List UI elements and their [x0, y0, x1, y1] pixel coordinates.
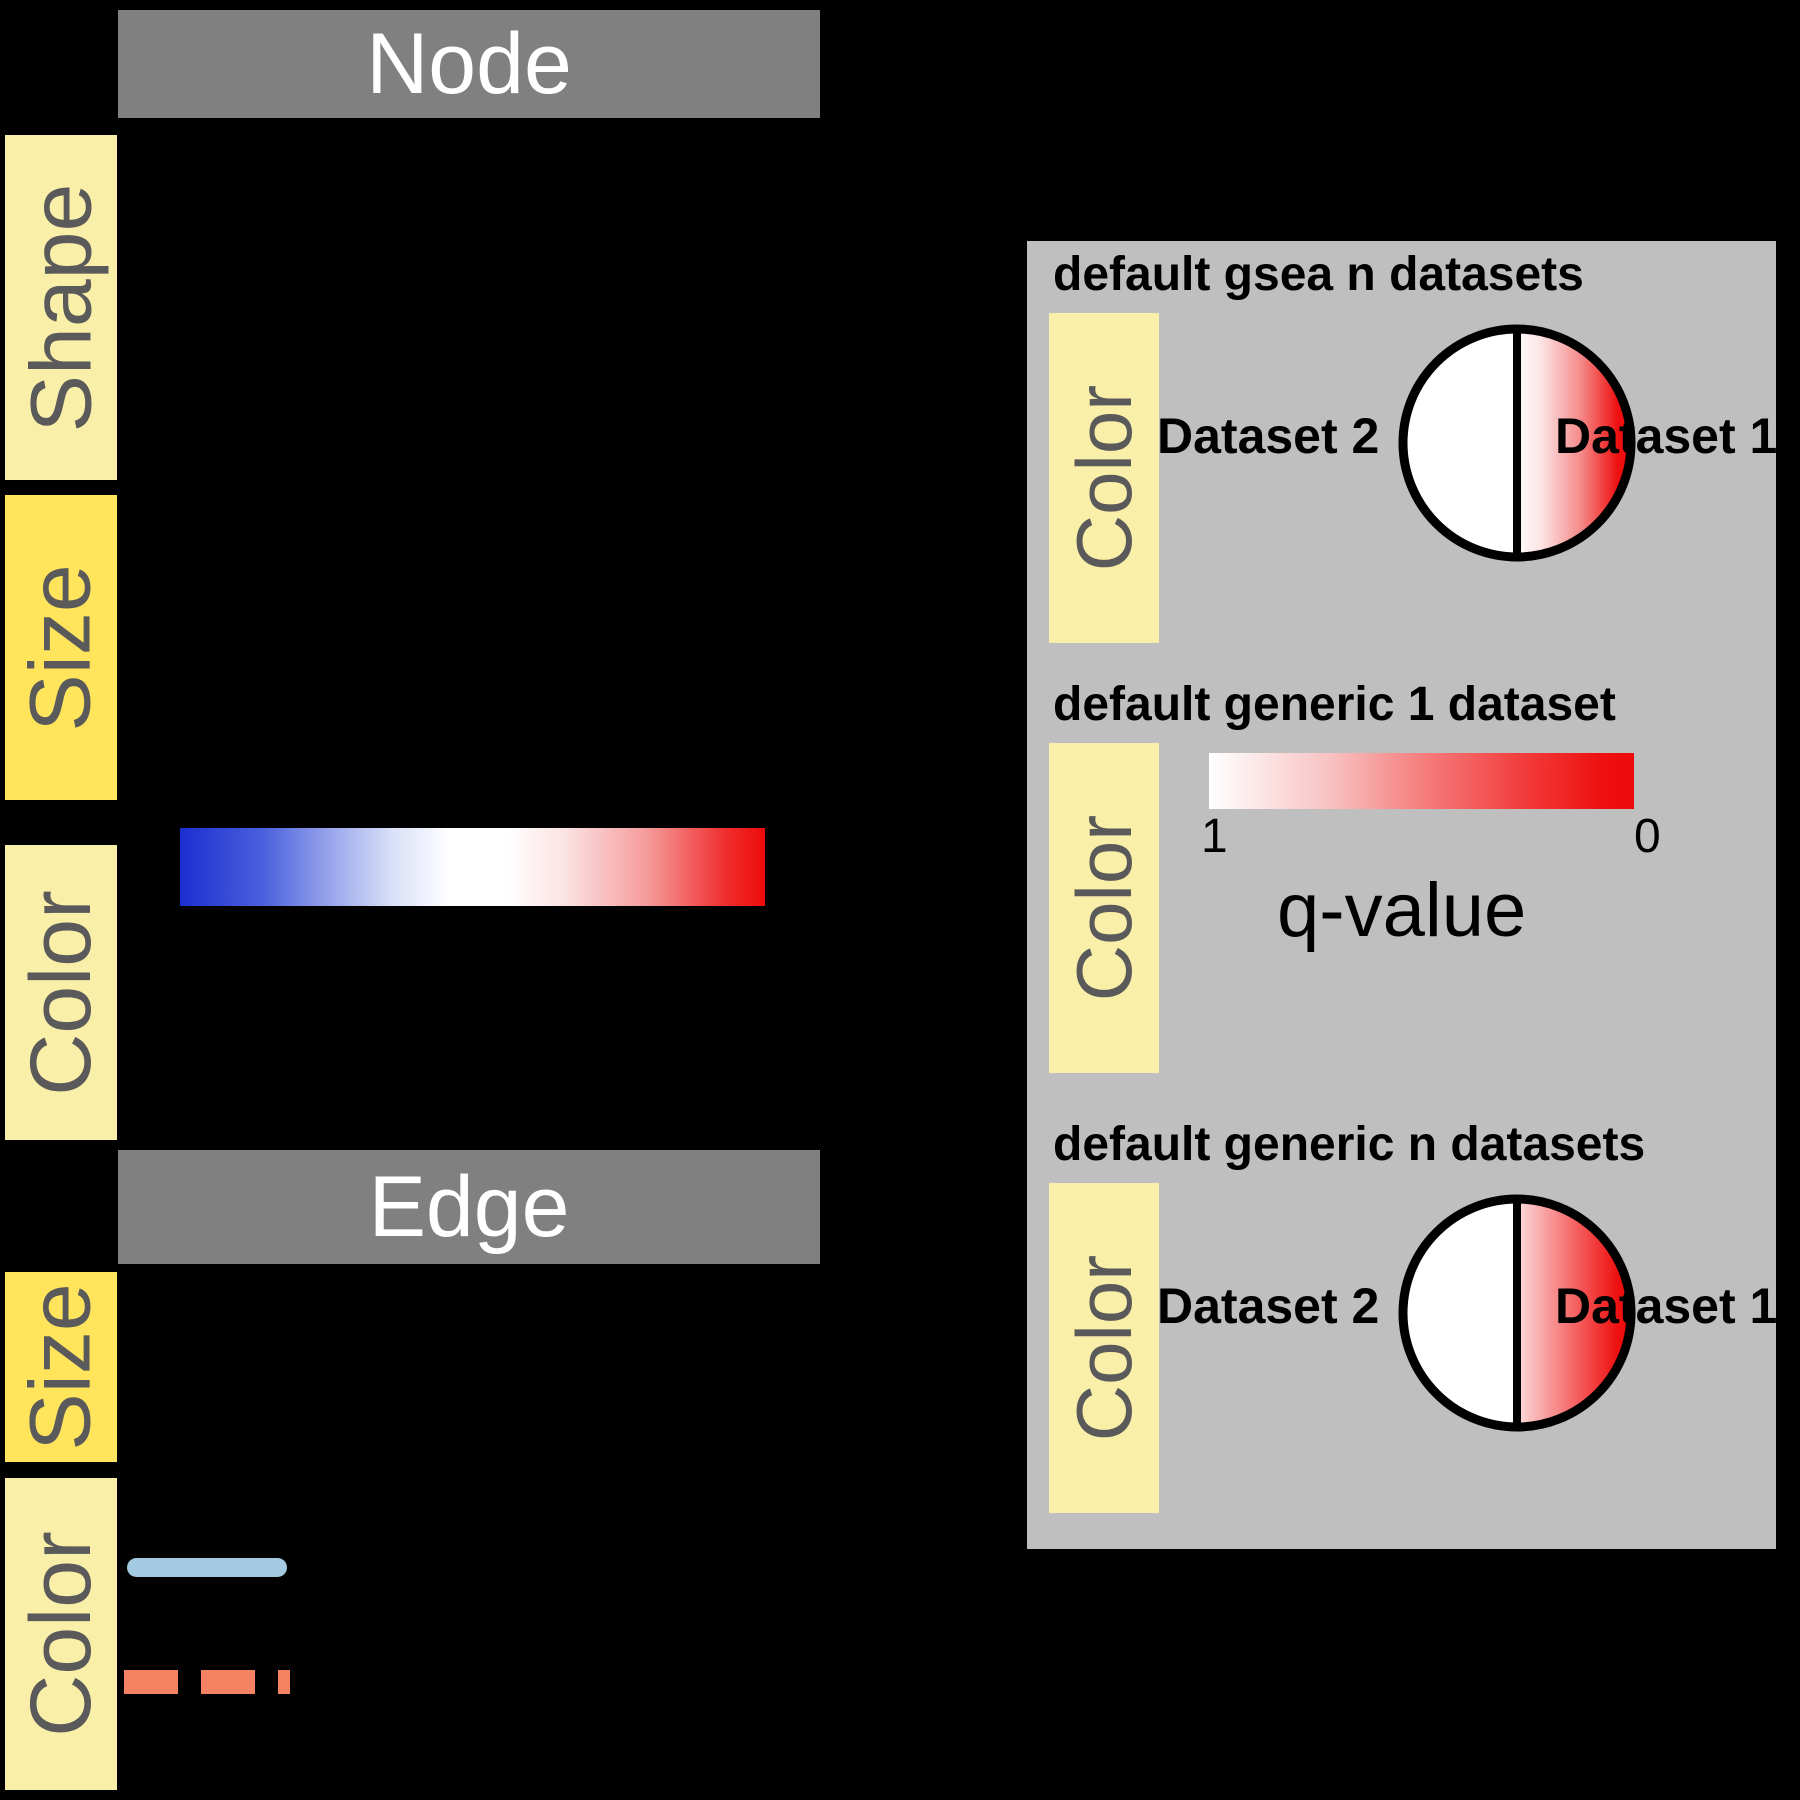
legend-block-property-label-color-text: Color: [1060, 1254, 1148, 1442]
legend-block-title: default gsea n datasets: [1053, 248, 1584, 301]
node-property-label-shape: Shape: [5, 135, 117, 480]
legend-canvas: Node Shape Size Color Edge Size Color de…: [0, 0, 1800, 1800]
split-ellipse-legend-gsea: Dataset 2 Dataset 1: [1137, 303, 1777, 633]
edge-color-dashed-line-swatch: [124, 1670, 290, 1694]
q-value-caption: q-value: [1277, 868, 1527, 953]
legend-block-default-generic-1-dataset: default generic 1 dataset Color 1 0 q-va…: [1027, 671, 1776, 1111]
node-property-label-color-text: Color: [13, 889, 110, 1096]
node-color-gradient-swatch: [180, 828, 765, 906]
q-value-tick-min: 1: [1201, 810, 1228, 863]
legend-block-default-generic-n-datasets: default generic n datasets Color Dataset…: [1027, 1111, 1777, 1549]
edge-property-label-size-text: Size: [13, 1283, 110, 1451]
dataset-label-left: Dataset 2: [1157, 408, 1380, 464]
node-property-label-shape-text: Shape: [13, 183, 109, 432]
dataset-label-left: Dataset 2: [1157, 1278, 1380, 1334]
legend-block-title: default generic 1 dataset: [1053, 678, 1616, 731]
legend-block-title: default generic n datasets: [1053, 1118, 1646, 1171]
legend-block-property-label-color-text: Color: [1060, 814, 1148, 1002]
edge-property-label-color-text: Color: [13, 1531, 110, 1737]
dataset-label-right: Dataset 1: [1555, 408, 1778, 464]
edge-property-label-color: Color: [5, 1478, 117, 1790]
q-value-tick-max: 0: [1634, 810, 1661, 863]
edge-property-label-size: Size: [5, 1272, 117, 1462]
edge-section-header: Edge: [118, 1150, 820, 1264]
node-property-label-color: Color: [5, 845, 117, 1140]
legend-block-default-gsea-n-datasets: default gsea n datasets Color Dataset 2: [1027, 241, 1777, 671]
legend-block-property-label-color-text: Color: [1060, 384, 1148, 572]
edge-color-solid-line-swatch: [127, 1558, 287, 1577]
node-property-label-size: Size: [5, 495, 117, 800]
node-section-header: Node: [118, 10, 820, 118]
style-legend-panel: default gsea n datasets Color Dataset 2: [1027, 241, 1777, 1549]
dataset-label-right: Dataset 1: [1555, 1278, 1778, 1334]
q-value-gradient-swatch: [1209, 753, 1634, 809]
q-value-continuous-legend: 1 0 q-value: [1137, 741, 1757, 1071]
node-property-label-size-text: Size: [13, 563, 110, 732]
split-ellipse-legend-generic: Dataset 2 Dataset 1: [1137, 1173, 1777, 1503]
